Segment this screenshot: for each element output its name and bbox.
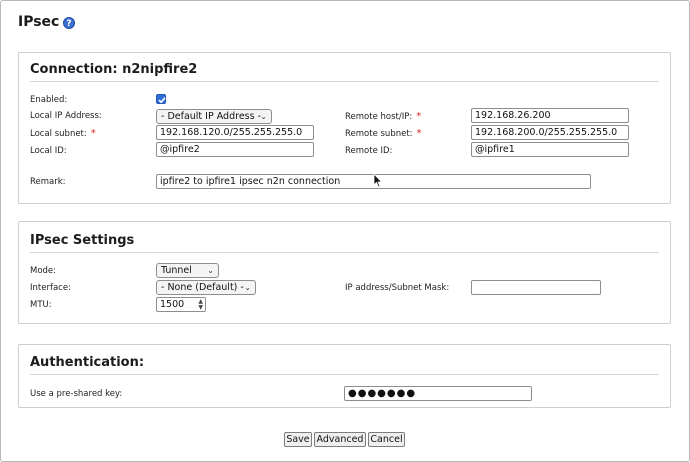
local-ip-label: Local IP Address:	[30, 111, 102, 121]
local-id-label: Local ID:	[30, 146, 67, 156]
local-id-input[interactable]: @ipfire2	[156, 142, 314, 157]
remote-id-input[interactable]: @ipfire1	[471, 142, 629, 157]
mtu-value: 1500	[160, 299, 185, 310]
mode-select[interactable]: Tunnel ⌄	[156, 263, 219, 278]
save-button[interactable]: Save	[284, 432, 312, 447]
remote-id-label: Remote ID:	[345, 146, 393, 156]
help-icon[interactable]: ?	[63, 17, 75, 29]
psk-label: Use a pre-shared key:	[30, 389, 123, 399]
remote-subnet-label: Remote subnet: *	[345, 128, 422, 139]
ipsec-settings-title: IPsec Settings	[30, 233, 135, 248]
mouse-cursor-icon	[373, 173, 383, 188]
remark-label: Remark:	[30, 177, 66, 187]
ip-mask-input[interactable]	[471, 280, 601, 295]
connection-title: Connection: n2nipfire2	[30, 62, 198, 77]
ipsec-settings-divider	[30, 252, 659, 253]
ip-mask-label: IP address/Subnet Mask:	[345, 283, 450, 293]
chevron-down-icon: ⌄	[244, 283, 251, 292]
check-icon	[158, 97, 166, 104]
required-marker: *	[416, 111, 422, 122]
mode-value: Tunnel	[161, 265, 192, 276]
local-ip-value: - Default IP Address -	[161, 111, 262, 122]
interface-label: Interface:	[30, 283, 71, 293]
page-title: IPsec	[18, 14, 60, 30]
remote-subnet-input[interactable]: 192.168.200.0/255.255.255.0	[471, 125, 629, 140]
local-subnet-input[interactable]: 192.168.120.0/255.255.255.0	[156, 125, 314, 140]
enabled-checkbox[interactable]	[156, 94, 166, 104]
local-subnet-label: Local subnet: *	[30, 128, 96, 139]
mtu-label: MTU:	[30, 300, 52, 310]
remote-host-input[interactable]: 192.168.26.200	[471, 108, 629, 123]
interface-value: - None (Default) -	[161, 282, 244, 293]
mtu-input[interactable]: 1500 ▲ ▼	[156, 297, 206, 312]
connection-divider	[30, 81, 659, 82]
cancel-button[interactable]: Cancel	[368, 432, 405, 447]
interface-select[interactable]: - None (Default) - ⌄	[156, 280, 256, 295]
authentication-divider	[30, 374, 659, 375]
required-marker: *	[416, 128, 422, 139]
advanced-button[interactable]: Advanced	[314, 432, 366, 447]
chevron-down-icon: ⌄	[260, 112, 267, 121]
psk-input[interactable]: ●●●●●●●	[344, 386, 532, 401]
required-marker: *	[90, 128, 96, 139]
spinner-arrows-icon[interactable]: ▲ ▼	[198, 299, 203, 311]
mode-label: Mode:	[30, 266, 57, 276]
local-ip-select[interactable]: - Default IP Address - ⌄	[156, 109, 272, 124]
authentication-title: Authentication:	[30, 355, 145, 370]
chevron-down-icon: ⌄	[207, 266, 214, 275]
enabled-label: Enabled:	[30, 95, 68, 105]
remote-host-label: Remote host/IP: *	[345, 111, 422, 122]
